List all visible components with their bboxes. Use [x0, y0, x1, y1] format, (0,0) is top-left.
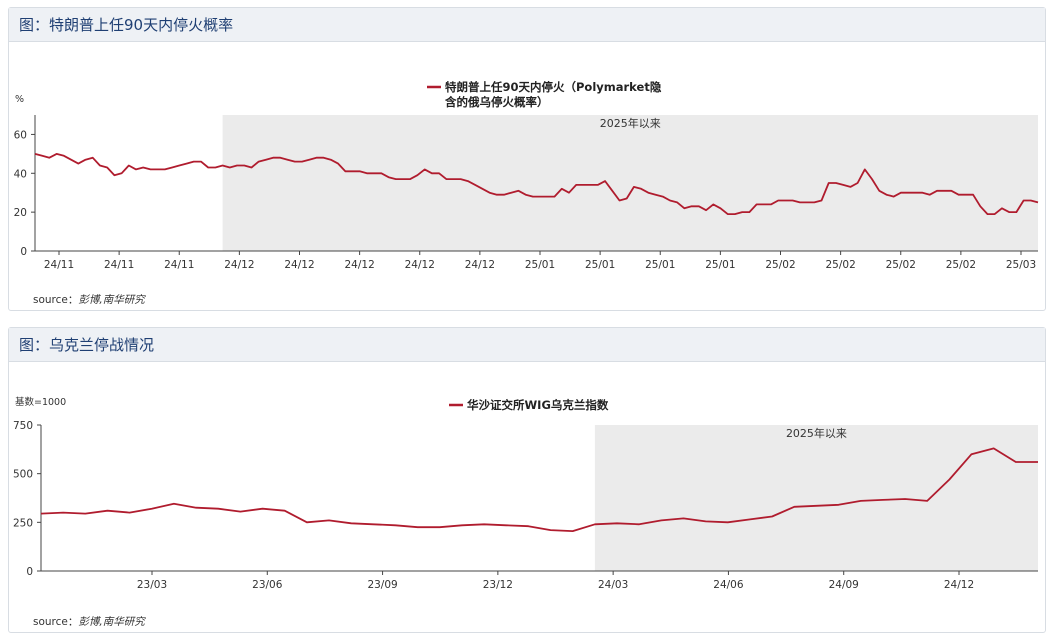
legend-label: 含的俄乌停火概率） — [444, 95, 549, 109]
shaded-region — [222, 115, 1038, 251]
y-tick-label: 40 — [14, 168, 27, 180]
y-tick-label: 20 — [14, 207, 27, 219]
y-tick-label: 0 — [26, 566, 33, 578]
source-note: source：彭博,南华研究 — [33, 292, 145, 307]
x-tick-label: 23/09 — [367, 579, 397, 591]
x-tick-label: 24/11 — [104, 259, 134, 271]
x-tick-label: 25/01 — [585, 259, 615, 271]
shaded-region-label: 2025年以来 — [786, 426, 847, 440]
source-label: source： — [33, 616, 79, 628]
y-tick-label: 250 — [13, 517, 33, 529]
legend-label: 特朗普上任90天内停火（Polymarket隐 — [445, 80, 662, 94]
x-tick-label: 25/01 — [525, 259, 555, 271]
y-tick-label: 60 — [14, 129, 27, 141]
shaded-region-label: 2025年以来 — [600, 116, 661, 130]
x-tick-label: 25/02 — [946, 259, 976, 271]
x-tick-label: 25/02 — [825, 259, 855, 271]
source-label: source： — [33, 294, 79, 306]
panel-title: 图：乌克兰停战情况 — [19, 336, 155, 354]
x-tick-label: 23/03 — [137, 579, 167, 591]
chart-panel-ceasefire-probability: 图：特朗普上任90天内停火概率 2025年以来 0 20 40 60% 24/11 24/1… — [8, 7, 1046, 311]
x-tick-label: 24/09 — [829, 579, 859, 591]
x-tick-label: 24/11 — [164, 259, 194, 271]
x-tick-label: 25/01 — [645, 259, 675, 271]
x-tick-label: 24/12 — [344, 259, 374, 271]
source-text: 彭博,南华研究 — [78, 294, 145, 306]
panel-header: 图：特朗普上任90天内停火概率 — [9, 8, 1045, 42]
x-tick-label: 24/03 — [598, 579, 628, 591]
x-tick-label: 24/11 — [44, 259, 74, 271]
chart-panel-ukraine-index: 图：乌克兰停战情况 2025年以来 0 250 500 750 基数=1000 23/03 2… — [8, 327, 1046, 633]
x-tick-label: 24/12 — [284, 259, 314, 271]
legend-label: 华沙证交所WIG乌克兰指数 — [467, 398, 609, 412]
y-axis-label: % — [15, 94, 24, 105]
y-axis-label: 基数=1000 — [15, 396, 66, 408]
ceasefire-probability-chart: 2025年以来 0 20 40 60% 24/11 24/11 24/11 24/12 24/12… — [14, 80, 1039, 271]
x-tick-label: 23/06 — [252, 579, 283, 591]
x-tick-label: 25/02 — [886, 259, 916, 271]
x-tick-label: 23/12 — [483, 579, 513, 591]
y-tick-label: 500 — [13, 469, 33, 481]
ukraine-index-chart: 2025年以来 0 250 500 750 基数=1000 23/03 23/06 23/09 2… — [13, 396, 1038, 591]
source-text: 彭博,南华研究 — [78, 616, 145, 628]
x-tick-label: 24/12 — [405, 259, 435, 271]
panel-title: 图：特朗普上任90天内停火概率 — [19, 16, 234, 34]
x-tick-label: 24/06 — [713, 579, 744, 591]
shaded-region — [594, 425, 1038, 571]
x-tick-label: 24/12 — [465, 259, 495, 271]
source-note: source：彭博,南华研究 — [33, 614, 145, 629]
x-tick-label: 25/01 — [705, 259, 735, 271]
x-tick-label: 24/12 — [944, 579, 974, 591]
y-tick-label: 750 — [13, 420, 33, 432]
y-tick-label: 0 — [20, 246, 27, 258]
panel-header: 图：乌克兰停战情况 — [9, 328, 1045, 362]
x-tick-label: 25/02 — [765, 259, 795, 271]
x-tick-label: 25/03 — [1006, 259, 1036, 271]
x-tick-label: 24/12 — [224, 259, 254, 271]
